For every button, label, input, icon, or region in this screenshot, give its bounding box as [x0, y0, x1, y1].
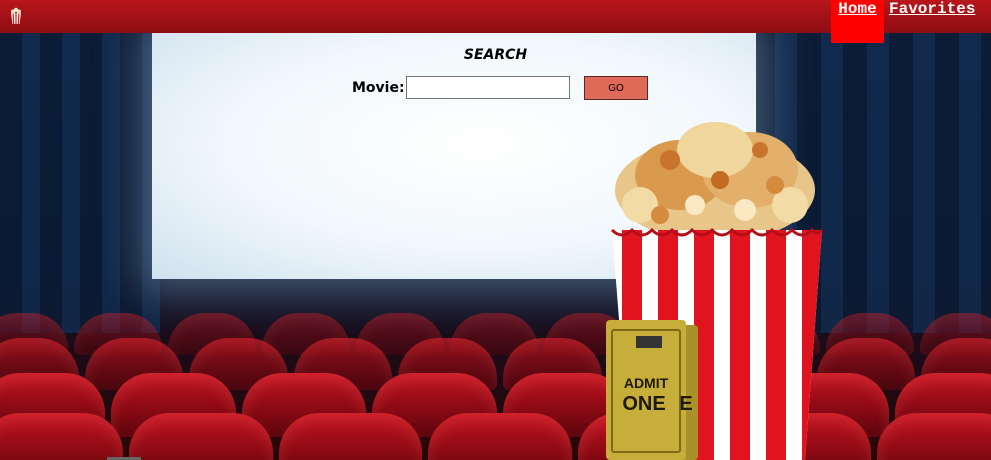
seat-row — [0, 413, 991, 460]
movie-label: Movie: — [352, 80, 405, 96]
svg-text:E: E — [679, 393, 692, 415]
nav-favorites-link[interactable]: Favorites — [889, 0, 975, 18]
popcorn-bucket-image: ADMIT ONE E — [606, 122, 824, 460]
curtain-left — [0, 33, 160, 333]
movie-search-input[interactable] — [406, 76, 570, 99]
go-button[interactable]: GO — [584, 76, 648, 100]
nav-home-tab[interactable]: Home — [831, 0, 884, 43]
popcorn-kernels — [615, 122, 815, 242]
search-title: SEARCH — [463, 47, 528, 63]
ticket-admit-text: ADMIT — [624, 375, 669, 391]
popcorn-icon[interactable] — [9, 7, 23, 25]
admit-one-tickets: ADMIT ONE E — [606, 320, 698, 460]
ticket-one-text: ONE — [622, 393, 665, 415]
nav-home-link[interactable]: Home — [831, 0, 884, 18]
